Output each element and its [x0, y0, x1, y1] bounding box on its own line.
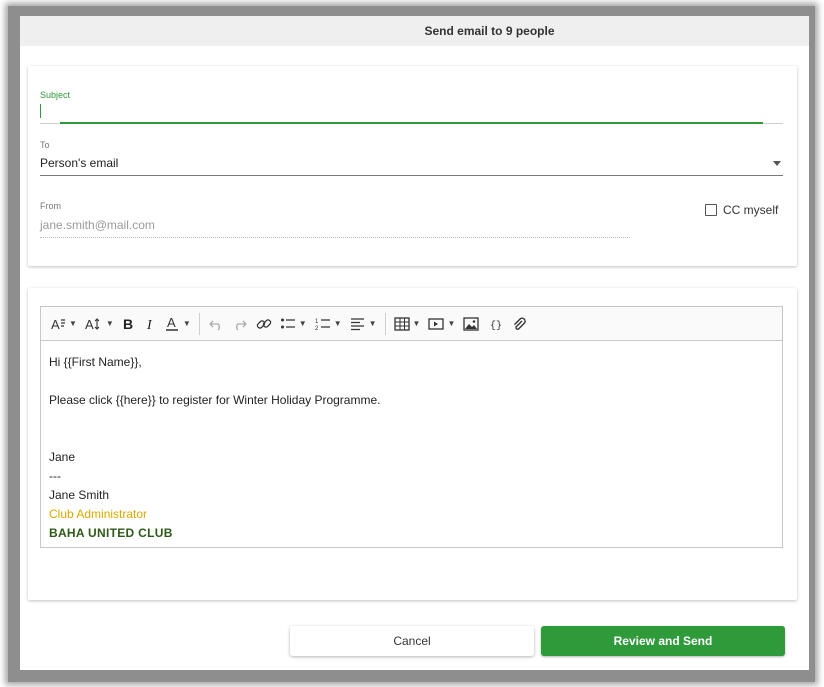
align-button[interactable]: ▼: [346, 312, 381, 336]
dialog-header: Send email to 9 people: [20, 16, 809, 46]
svg-text:I: I: [146, 318, 153, 331]
align-icon: [350, 317, 366, 331]
chevron-down-icon: ▼: [368, 319, 377, 328]
bold-icon: B: [122, 317, 136, 331]
italic-button[interactable]: I: [140, 312, 162, 336]
subject-input[interactable]: [40, 102, 783, 124]
editor-toolbar: A ▼ A ▼ B I A ▼ ▼ 1 2 ▼ ▼ ▼ ▼ {}: [41, 307, 782, 341]
chevron-down-icon: ▼: [182, 319, 191, 328]
text-color-button[interactable]: A ▼: [162, 312, 195, 336]
svg-text:B: B: [123, 317, 133, 331]
table-icon: [393, 316, 410, 331]
link-button[interactable]: [252, 312, 276, 336]
signature-separator: ---: [49, 469, 61, 483]
attachment-icon: [511, 317, 527, 331]
chevron-down-icon: ▼: [412, 319, 421, 328]
svg-text:{}: {}: [490, 320, 502, 331]
rich-text-editor: A ▼ A ▼ B I A ▼ ▼ 1 2 ▼ ▼ ▼ ▼ {} Hi {{Fi…: [40, 306, 783, 548]
send-email-dialog: Send email to 9 people Subject To Person…: [20, 16, 809, 670]
from-label: From: [40, 201, 61, 211]
message-body-text: Please click {{here}} to register for Wi…: [49, 393, 381, 407]
from-field: jane.smith@mail.com: [40, 218, 630, 238]
code-icon: {}: [487, 317, 503, 331]
svg-text:A: A: [51, 317, 60, 331]
svg-text:2: 2: [315, 326, 319, 331]
dialog-title: Send email to 9 people: [424, 24, 555, 38]
bullet-list-button[interactable]: ▼: [276, 312, 311, 336]
email-fields-card: Subject To Person's email From jane.smit…: [28, 66, 797, 266]
cc-myself-label: CC myself: [723, 203, 779, 217]
chevron-down-icon: ▼: [447, 319, 456, 328]
chevron-down-icon: ▼: [105, 319, 114, 328]
svg-text:1: 1: [315, 319, 319, 325]
review-and-send-button[interactable]: Review and Send: [541, 626, 785, 656]
chevron-down-icon: ▼: [298, 319, 307, 328]
image-button[interactable]: [459, 312, 483, 336]
to-select-value: Person's email: [40, 156, 119, 170]
redo-icon: [232, 317, 248, 331]
subject-label: Subject: [40, 90, 71, 100]
undo-icon: [208, 317, 224, 331]
font-style-button[interactable]: A ▼: [47, 312, 81, 336]
image-icon: [463, 316, 480, 331]
text-caret: [40, 104, 41, 118]
svg-text:A: A: [85, 317, 94, 331]
italic-icon: I: [144, 317, 158, 331]
svg-text:A: A: [167, 316, 176, 330]
checkbox-icon[interactable]: [705, 204, 717, 216]
numbered-list-icon: 12: [315, 317, 331, 331]
toolbar-divider: [198, 312, 200, 335]
signature-name: Jane: [49, 450, 76, 464]
signature-role: Club Administrator: [49, 507, 148, 521]
cc-myself-checkbox[interactable]: CC myself: [705, 203, 778, 217]
dropdown-arrow-icon[interactable]: [773, 161, 781, 166]
link-icon: [256, 317, 272, 331]
message-body[interactable]: Hi {{First Name}}, Please click {{here}}…: [49, 353, 380, 543]
cancel-button[interactable]: Cancel: [290, 626, 534, 656]
redo-button[interactable]: [228, 312, 252, 336]
bold-button[interactable]: B: [118, 312, 140, 336]
chevron-down-icon: ▼: [69, 319, 77, 328]
to-label: To: [40, 140, 50, 150]
code-button[interactable]: {}: [483, 312, 507, 336]
chevron-down-icon: ▼: [333, 319, 342, 328]
message-card: A ▼ A ▼ B I A ▼ ▼ 1 2 ▼ ▼ ▼ ▼ {} Hi {{Fi…: [28, 288, 797, 600]
to-select[interactable]: Person's email: [40, 154, 783, 176]
font-size-icon: A: [85, 317, 103, 331]
subject-focus-underline: [60, 122, 763, 124]
bullet-list-icon: [280, 317, 296, 331]
text-color-icon: A: [165, 316, 180, 331]
table-button[interactable]: ▼: [390, 312, 425, 336]
message-greeting: Hi {{First Name}},: [49, 355, 142, 369]
numbered-list-button[interactable]: 12 ▼: [311, 312, 346, 336]
video-button[interactable]: ▼: [424, 312, 459, 336]
signature-club: BAHA UNITED CLUB: [49, 526, 173, 540]
toolbar-divider: [384, 312, 386, 335]
font-style-icon: A: [51, 317, 66, 331]
font-size-button[interactable]: A ▼: [81, 312, 118, 336]
video-icon: [428, 317, 445, 331]
attachment-button[interactable]: [507, 312, 531, 336]
signature-full-name: Jane Smith: [49, 488, 110, 502]
undo-button[interactable]: [204, 312, 228, 336]
